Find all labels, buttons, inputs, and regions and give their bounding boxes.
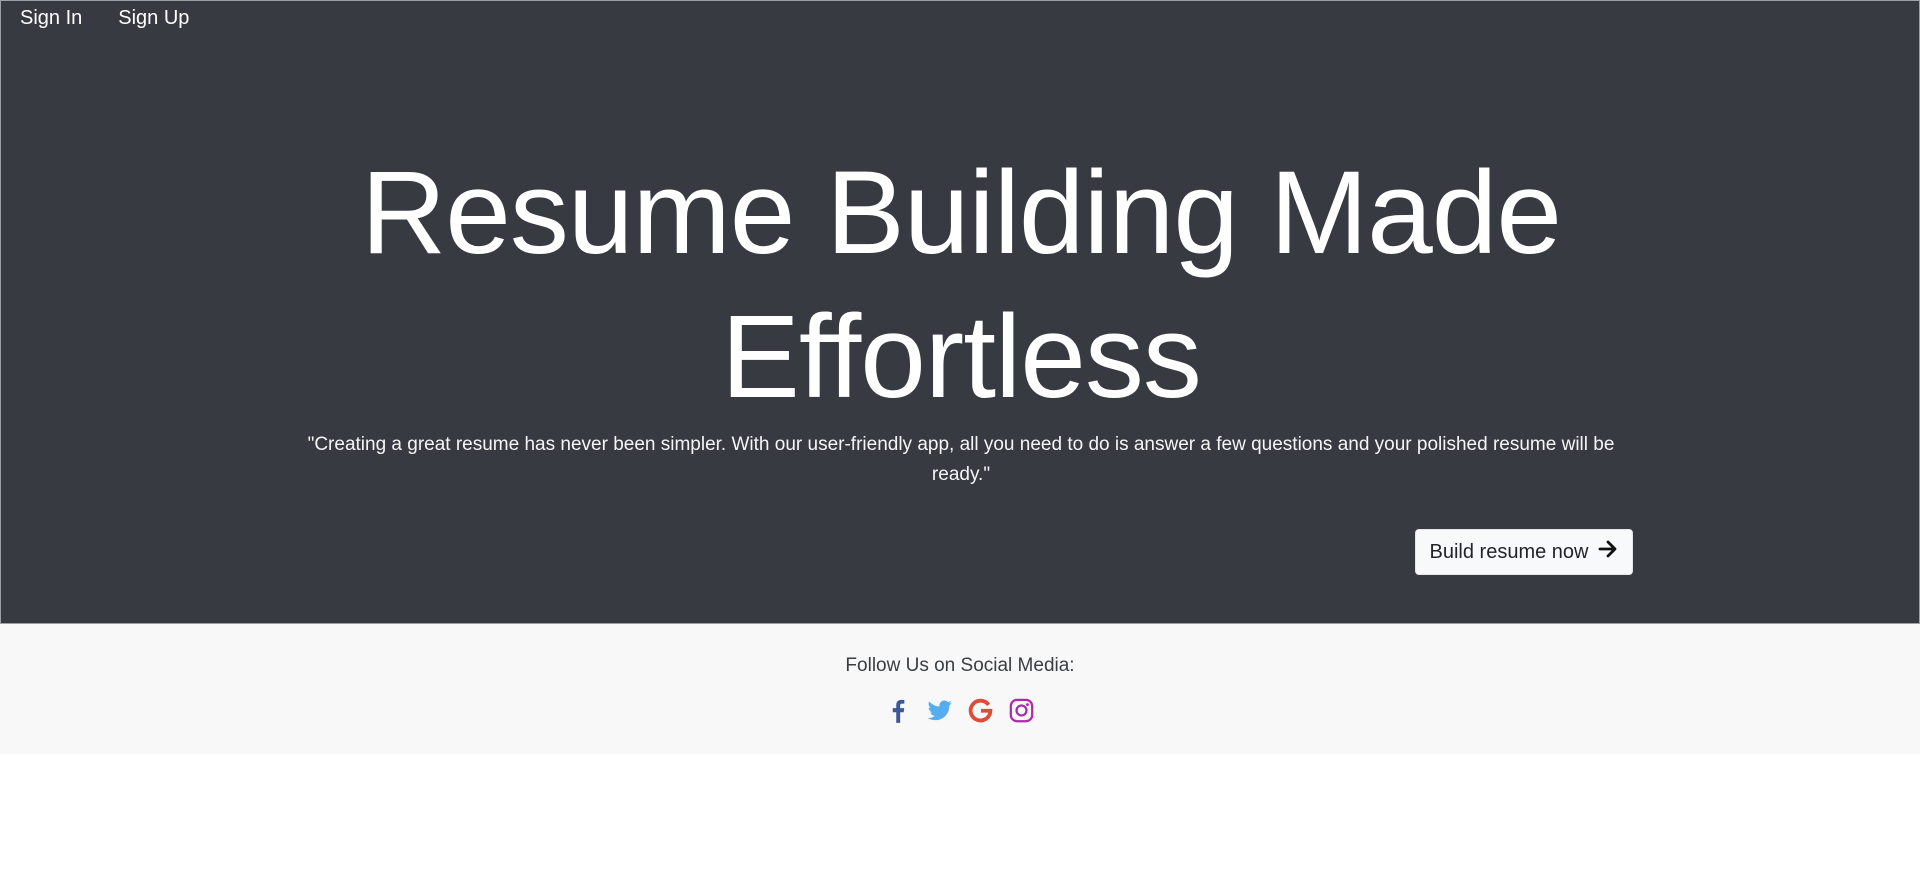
hero-headline: Resume Building Made Effortless [1,141,1920,429]
hero-tagline: "Creating a great resume has never been … [307,434,1615,485]
follow-text: Follow Us on Social Media: [845,655,1075,676]
hero-section: Sign In Sign Up Resume Building Made Eff… [0,0,1920,624]
facebook-link[interactable] [885,699,912,727]
google-link[interactable] [967,697,994,729]
footer: Follow Us on Social Media: [0,624,1920,754]
instagram-link[interactable] [1008,697,1035,729]
arrow-right-icon [1598,539,1618,565]
build-resume-label: Build resume now [1429,540,1589,563]
sign-in-link[interactable]: Sign In [20,5,82,31]
top-nav: Sign In Sign Up [20,5,189,31]
twitter-link[interactable] [926,699,953,727]
sign-up-link[interactable]: Sign Up [118,5,189,31]
instagram-icon [1008,697,1035,729]
build-resume-button[interactable]: Build resume now [1415,529,1633,575]
social-links [0,697,1920,729]
twitter-icon [926,697,953,729]
facebook-icon [885,697,912,729]
hero-headline-line-1: Resume Building Made [361,147,1562,279]
google-icon [967,697,994,729]
hero-headline-line-2: Effortless [721,291,1202,423]
